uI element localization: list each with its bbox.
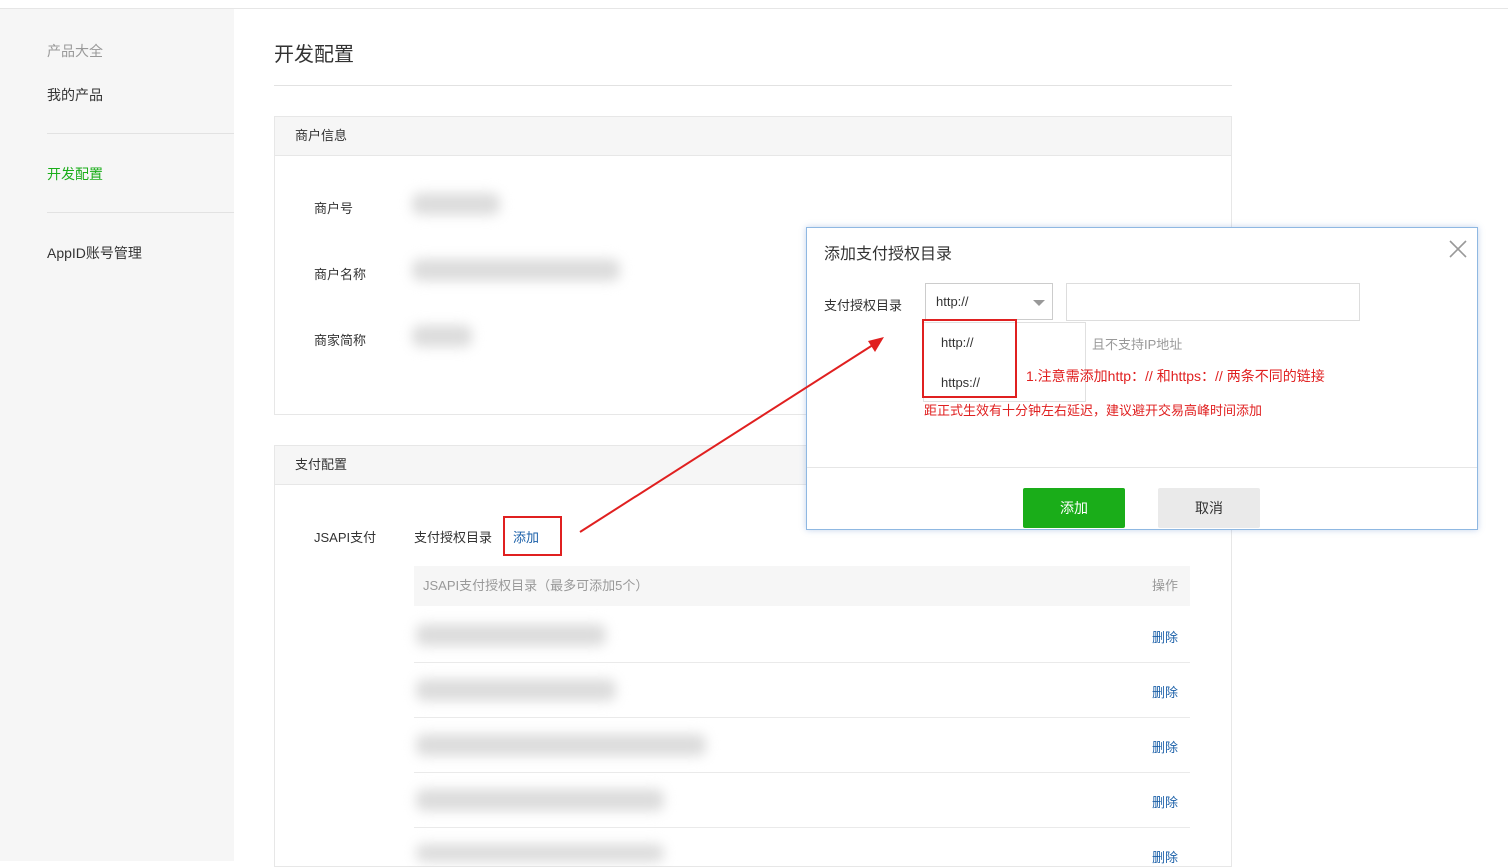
merchant-info-header: 商户信息 <box>275 117 1231 156</box>
merchant-id-value-redacted <box>412 193 500 215</box>
delete-link[interactable]: 删除 <box>1152 792 1178 811</box>
pay-dir-url-input[interactable] <box>1066 283 1360 321</box>
table-row-divider <box>414 772 1190 773</box>
merchant-short-name-value-redacted <box>412 325 472 347</box>
pay-dir-url-redacted <box>416 789 664 811</box>
sidebar <box>0 9 234 861</box>
column-header-op: 操作 <box>1152 578 1179 593</box>
pay-dir-url-redacted <box>416 624 606 646</box>
annotation-box-protocol-options <box>922 319 1017 398</box>
merchant-name-value-redacted <box>412 259 620 281</box>
sidebar-heading: 产品大全 <box>47 43 103 59</box>
pay-dir-url-redacted <box>416 679 616 701</box>
dialog-footer-divider <box>807 467 1477 468</box>
page-title: 开发配置 <box>274 44 354 66</box>
merchant-short-name-label: 商家简称 <box>314 333 367 348</box>
dialog-warning: 距正式生效有十分钟左右延迟，建议避开交易高峰时间添加 <box>924 403 1263 418</box>
delete-link[interactable]: 删除 <box>1152 847 1178 866</box>
sidebar-divider <box>47 212 234 213</box>
annotation-note: 1.注意需添加http：// 和https：// 两条不同的链接 <box>1026 368 1325 384</box>
dialog-field-label: 支付授权目录 <box>824 298 903 313</box>
column-header-dir: JSAPI支付授权目录（最多可添加5个） <box>423 578 649 593</box>
dialog-title: 添加支付授权目录 <box>824 246 953 263</box>
pay-dir-table-header: JSAPI支付授权目录（最多可添加5个） 操作 <box>414 566 1190 606</box>
table-row-divider <box>414 662 1190 663</box>
sidebar-divider <box>47 133 234 134</box>
pay-dir-label: 支付授权目录 <box>414 530 493 545</box>
sidebar-item-dev-config[interactable]: 开发配置 <box>47 164 103 184</box>
sidebar-item-my-products[interactable]: 我的产品 <box>47 85 103 105</box>
table-row-divider <box>414 827 1190 828</box>
merchant-name-label: 商户名称 <box>314 267 367 282</box>
protocol-select-value: http:// <box>936 294 969 309</box>
protocol-select[interactable]: http:// <box>925 283 1053 320</box>
title-divider <box>274 85 1232 86</box>
annotation-box-add-link <box>503 516 562 556</box>
close-icon[interactable] <box>1447 238 1469 260</box>
confirm-add-button[interactable]: 添加 <box>1023 488 1125 528</box>
cancel-button[interactable]: 取消 <box>1158 488 1260 528</box>
pay-dir-url-redacted <box>416 734 706 756</box>
sidebar-item-appid-management[interactable]: AppID账号管理 <box>47 243 142 263</box>
delete-link[interactable]: 删除 <box>1152 682 1178 701</box>
merchant-id-label: 商户号 <box>314 201 354 216</box>
dialog-hint: 且不支持IP地址 <box>1092 337 1183 352</box>
chevron-down-icon <box>1033 300 1045 306</box>
delete-link[interactable]: 删除 <box>1152 627 1178 646</box>
delete-link[interactable]: 删除 <box>1152 737 1178 756</box>
pay-dir-url-redacted <box>416 844 664 862</box>
table-row-divider <box>414 717 1190 718</box>
jsapi-pay-label: JSAPI支付 <box>314 530 377 545</box>
